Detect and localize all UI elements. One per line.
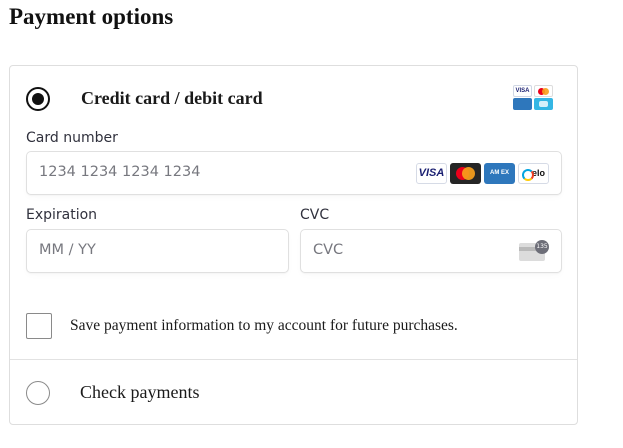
mastercard-mini-icon (534, 85, 553, 97)
card-number-input[interactable]: 1234 1234 1234 1234 VISA AM EX elo (26, 151, 562, 195)
page-title: Payment options (9, 4, 174, 29)
payment-methods-panel: Credit card / debit card VISA Card numbe… (9, 65, 578, 425)
card-number-placeholder: 1234 1234 1234 1234 (39, 164, 201, 180)
expiration-placeholder: MM / YY (39, 242, 96, 258)
cvc-label: CVC (300, 207, 330, 223)
card-number-label: Card number (26, 130, 118, 146)
amex-icon: AM EX (484, 163, 515, 184)
card-brands-mini-icon: VISA (513, 85, 553, 111)
visa-mini-icon: VISA (513, 85, 532, 97)
cvc-placeholder: CVC (313, 242, 344, 258)
check-payments-radio[interactable] (26, 381, 50, 405)
mastercard-icon (450, 163, 481, 184)
cvc-badge: 135 (535, 240, 549, 254)
expiration-label: Expiration (26, 207, 98, 223)
visa-icon: VISA (416, 163, 447, 184)
cvc-input[interactable]: CVC 135 (300, 229, 562, 273)
cvc-card-icon: 135 (519, 240, 549, 262)
elo-mini-icon (534, 98, 553, 110)
amex-mini-icon (513, 98, 532, 110)
save-payment-label[interactable]: Save payment information to my account f… (70, 317, 458, 335)
credit-card-label[interactable]: Credit card / debit card (81, 88, 263, 109)
elo-icon: elo (518, 163, 549, 184)
check-payments-label[interactable]: Check payments (80, 382, 199, 403)
credit-card-radio[interactable] (26, 87, 50, 111)
divider (10, 359, 577, 360)
save-payment-checkbox[interactable] (26, 313, 52, 339)
expiration-input[interactable]: MM / YY (26, 229, 289, 273)
card-brand-icons: VISA AM EX elo (416, 163, 549, 184)
